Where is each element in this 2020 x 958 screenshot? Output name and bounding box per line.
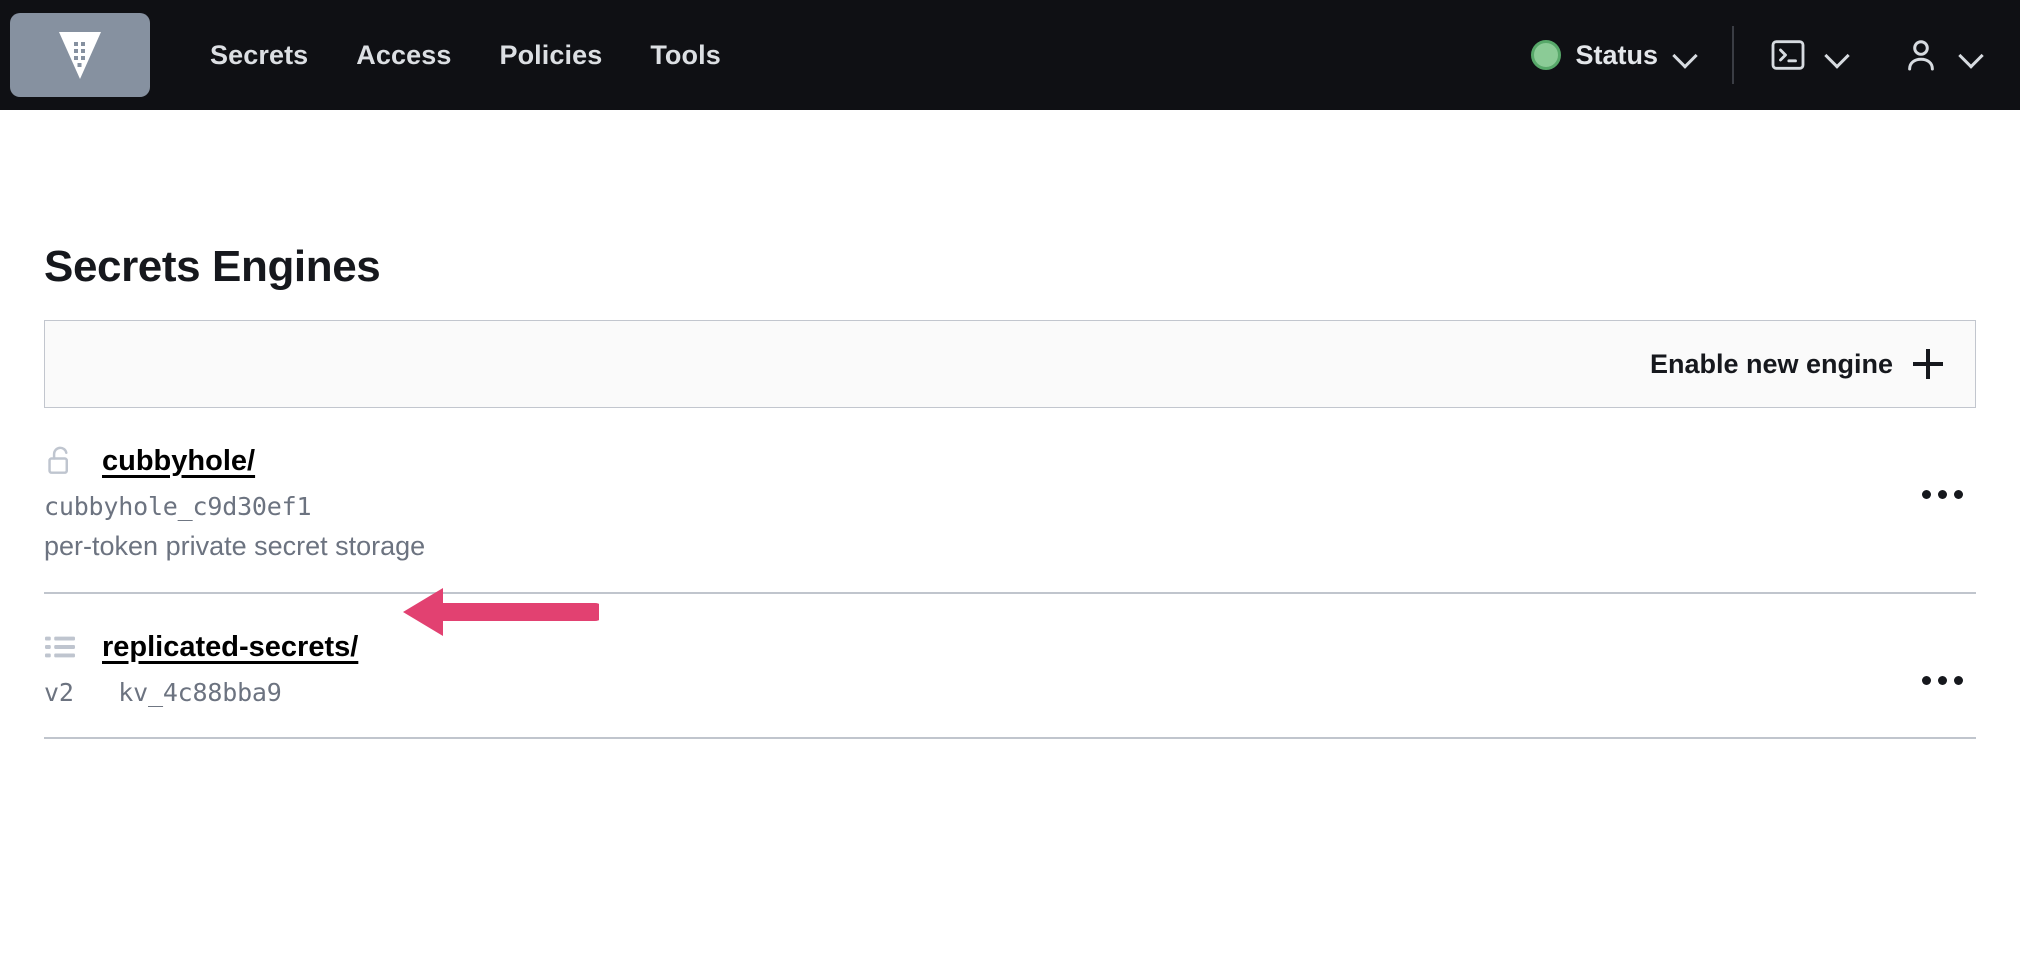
nav-link-tools[interactable]: Tools — [650, 40, 721, 71]
status-dropdown[interactable]: Status — [1531, 40, 1698, 71]
console-icon — [1771, 40, 1805, 70]
engine-header: cubbyhole/ — [44, 442, 1976, 480]
status-indicator-dot — [1531, 40, 1562, 70]
engine-link-replicated-secrets[interactable]: replicated-secrets/ — [102, 631, 358, 664]
engine-accessor-spacer — [89, 678, 119, 707]
engine-header: replicated-secrets/ — [44, 588, 1976, 666]
page-content: Secrets Engines Enable new engine cubbyh… — [0, 242, 2020, 739]
dot — [1921, 675, 1931, 685]
list-icon — [44, 631, 76, 663]
plus-icon — [1913, 349, 1943, 379]
engines-toolbar: Enable new engine — [44, 320, 1976, 408]
vault-logo-icon — [59, 32, 101, 79]
engine-overflow-menu-replicated-secrets[interactable] — [1914, 660, 1970, 700]
nav-link-access[interactable]: Access — [356, 40, 451, 71]
dot — [1937, 489, 1947, 499]
status-label: Status — [1575, 39, 1658, 70]
enable-new-engine-label: Enable new engine — [1649, 348, 1893, 379]
dot — [1937, 675, 1947, 685]
dot — [1953, 489, 1963, 499]
user-icon — [1908, 40, 1934, 71]
engine-accessor: kv_4c88bba9 — [118, 678, 282, 707]
nav-link-policies[interactable]: Policies — [499, 40, 602, 71]
page-title: Secrets Engines — [44, 242, 381, 291]
console-dropdown[interactable] — [1768, 35, 1850, 75]
engine-accessor: cubbyhole_c9d30ef1 — [44, 492, 312, 521]
top-navigation-bar: Secrets Access Policies Tools Status — [0, 0, 2020, 110]
enable-new-engine-button[interactable]: Enable new engine — [1650, 349, 1943, 380]
primary-nav: Secrets Access Policies Tools — [210, 40, 721, 71]
engine-overflow-menu-cubbyhole[interactable] — [1914, 474, 1970, 514]
engine-version: v2 — [44, 678, 74, 707]
chevron-down-icon — [1672, 42, 1698, 68]
engine-row-replicated-secrets: replicated-secrets/ v2 kv_4c88bba9 — [44, 588, 1976, 739]
nav-divider — [1732, 26, 1734, 84]
engine-version-and-accessor: v2 kv_4c88bba9 — [44, 678, 1976, 707]
dot — [1921, 489, 1931, 499]
engine-row-cubbyhole: cubbyhole/ cubbyhole_c9d30ef1 per-token … — [44, 408, 1976, 594]
chevron-down-icon — [1824, 42, 1850, 68]
vault-logo[interactable] — [10, 13, 150, 97]
dot — [1953, 675, 1963, 685]
chevron-down-icon — [1958, 42, 1984, 68]
unlock-icon — [44, 445, 76, 477]
secrets-engines-list: cubbyhole/ cubbyhole_c9d30ef1 per-token … — [44, 408, 1976, 739]
nav-link-secrets[interactable]: Secrets — [210, 40, 308, 71]
engine-link-cubbyhole[interactable]: cubbyhole/ — [102, 445, 255, 478]
user-dropdown[interactable] — [1900, 34, 1984, 76]
engine-description: per-token private secret storage — [44, 531, 426, 561]
nav-right-cluster: Status — [1531, 26, 1984, 84]
